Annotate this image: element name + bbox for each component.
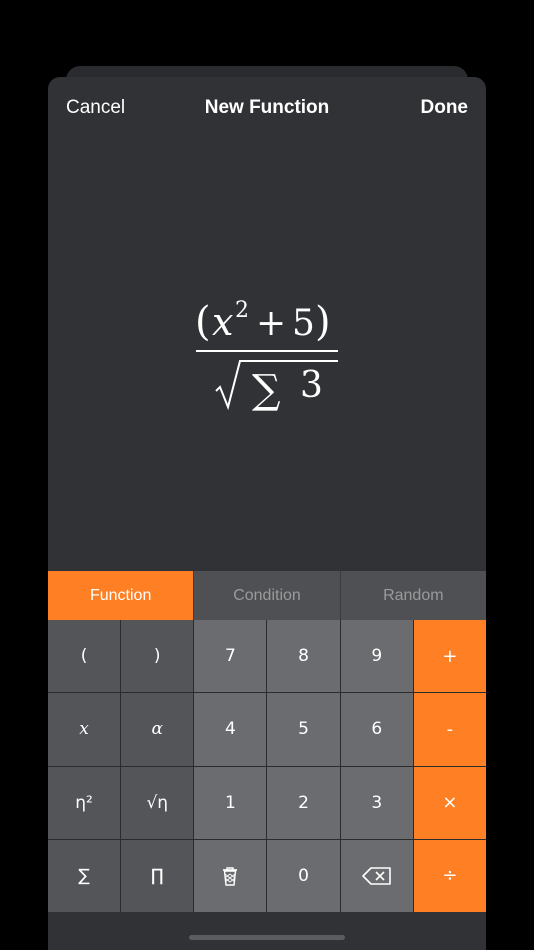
done-button[interactable]: Done — [421, 97, 469, 119]
key-4[interactable]: 4 — [194, 693, 267, 766]
trash-icon — [223, 867, 238, 886]
tab-function[interactable]: Function — [48, 571, 194, 620]
home-indicator[interactable] — [189, 935, 345, 940]
formula-display: ( x 2 + 5 ) ∑ 3 — [48, 287, 486, 417]
navigation-bar: Cancel New Function Done — [48, 77, 486, 139]
formula-exponent: 2 — [235, 298, 249, 323]
key-6[interactable]: 6 — [340, 693, 413, 766]
key-5[interactable]: 5 — [267, 693, 340, 766]
backspace-icon — [361, 867, 391, 885]
clear-button[interactable] — [194, 839, 267, 912]
key-0[interactable]: 0 — [267, 839, 340, 912]
formula-five: 5 — [292, 303, 315, 344]
key-divide[interactable]: ÷ — [413, 839, 486, 912]
formula-render: ( x 2 + 5 ) ∑ 3 — [195, 298, 338, 413]
key-close-paren[interactable]: ) — [121, 620, 194, 693]
tab-random[interactable]: Random — [339, 571, 486, 620]
formula-sigma: ∑ — [252, 367, 281, 413]
key-9[interactable]: 9 — [340, 620, 413, 693]
key-3[interactable]: 3 — [340, 766, 413, 839]
key-alpha[interactable]: α — [121, 693, 194, 766]
key-8[interactable]: 8 — [267, 620, 340, 693]
key-1[interactable]: 1 — [194, 766, 267, 839]
key-product[interactable]: ∏ — [121, 839, 194, 912]
backspace-button[interactable] — [340, 839, 413, 912]
formula-x: x — [212, 300, 233, 344]
mode-segmented-control: Function Condition Random — [48, 571, 486, 620]
keypad: ( ) 7 8 9 + x α 4 5 6 - η² √η 1 2 3 × ∑ … — [48, 620, 486, 912]
formula-close-paren: ) — [315, 299, 331, 345]
key-sqrt-eta[interactable]: √η — [121, 766, 194, 839]
new-function-sheet: Cancel New Function Done ( x 2 + 5 ) ∑ 3… — [48, 77, 486, 950]
formula-three: 3 — [300, 365, 323, 406]
key-7[interactable]: 7 — [194, 620, 267, 693]
key-2[interactable]: 2 — [267, 766, 340, 839]
tab-condition[interactable]: Condition — [193, 571, 340, 620]
key-sum[interactable]: ∑ — [48, 839, 121, 912]
key-open-paren[interactable]: ( — [48, 620, 121, 693]
key-minus[interactable]: - — [413, 693, 486, 766]
formula-open-paren: ( — [195, 299, 211, 345]
key-x[interactable]: x — [48, 693, 121, 766]
key-eta-squared[interactable]: η² — [48, 766, 121, 839]
bottom-area — [48, 912, 486, 950]
formula-plus: + — [256, 303, 286, 344]
key-plus[interactable]: + — [413, 620, 486, 693]
key-times[interactable]: × — [413, 766, 486, 839]
